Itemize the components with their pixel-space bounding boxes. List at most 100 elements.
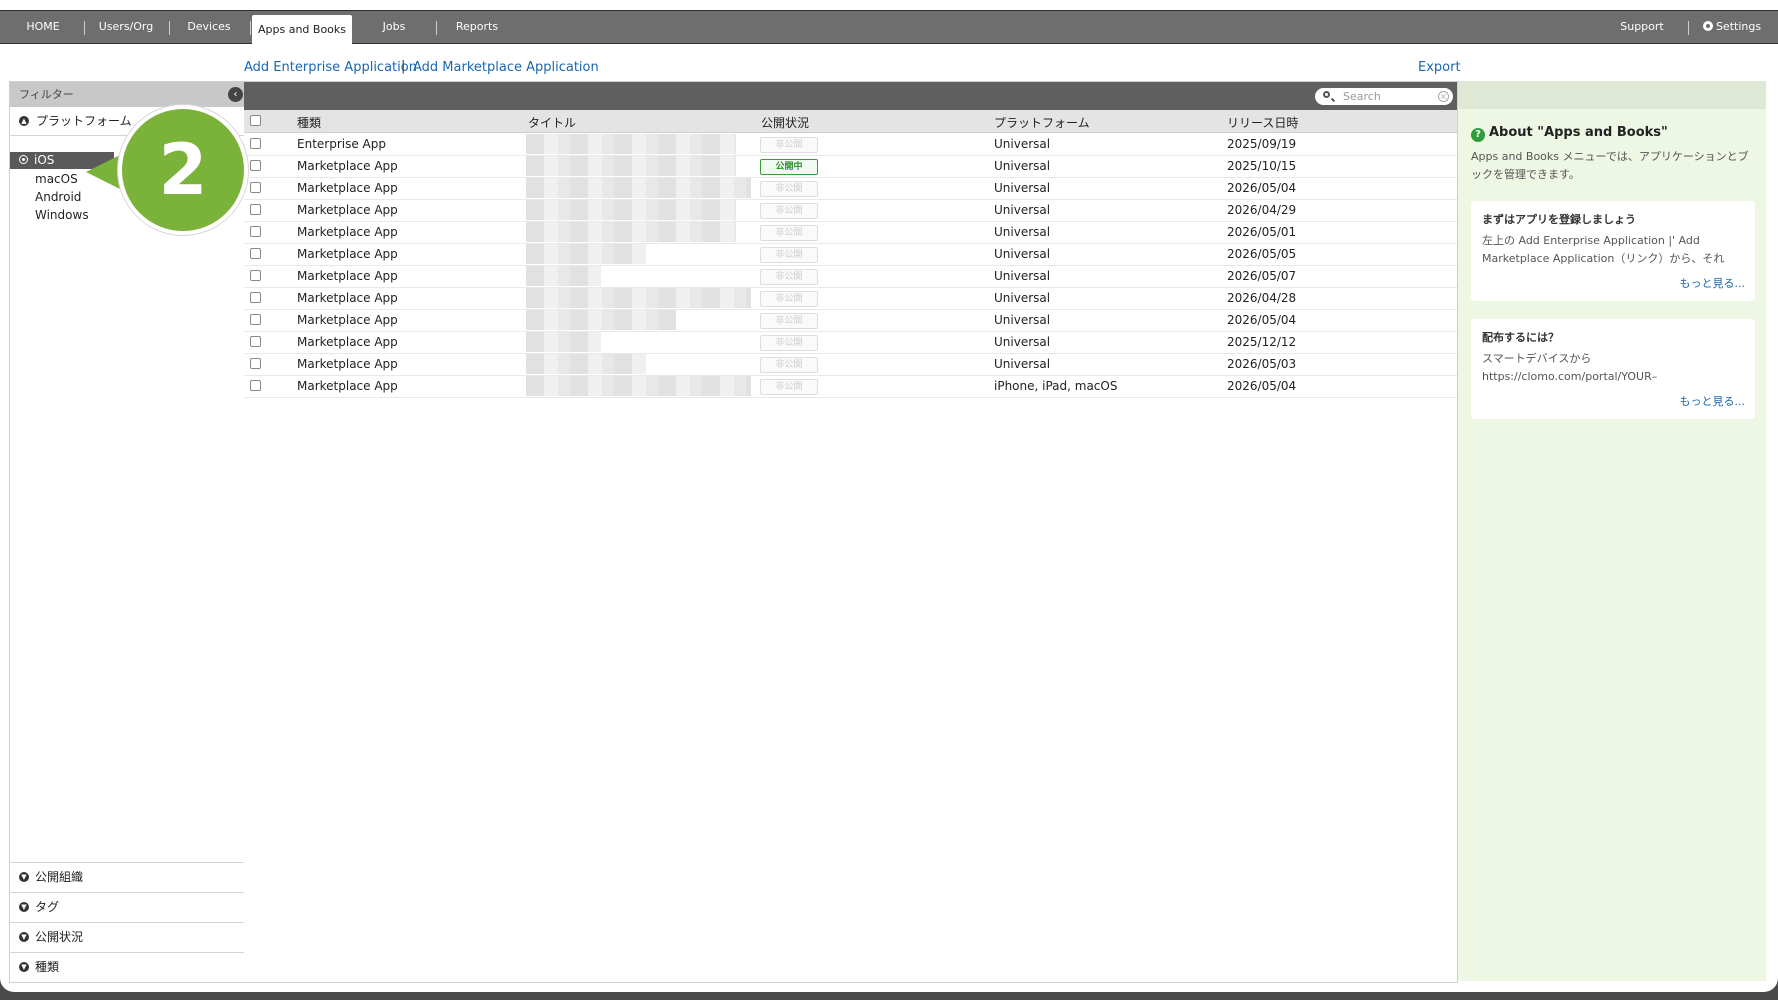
support-link[interactable]: Support (1612, 11, 1672, 43)
help-card-distribute: 配布するには？ スマートデバイスから https://clomo.com/por… (1471, 319, 1755, 419)
row-checkbox[interactable] (250, 160, 261, 171)
status-badge: 公開中 (760, 159, 818, 175)
status-badge: 非公開 (760, 313, 818, 329)
search-placeholder: Search (1343, 90, 1381, 103)
row-checkbox[interactable] (250, 138, 261, 149)
table-row[interactable]: Marketplace App 非公開 iPhone, iPad, macOS 202… (244, 375, 1457, 398)
redacted-title (526, 354, 646, 374)
col-header-status[interactable]: 公開状況 (761, 114, 809, 131)
row-checkbox[interactable] (250, 182, 261, 193)
section-tags[interactable]: ▼ タグ (10, 892, 245, 922)
cell-release-date: 2026/05/04 (1227, 379, 1297, 393)
table-header: 種類 タイトル 公開状況 プラットフォーム リリース日時 (244, 110, 1457, 133)
cell-type: Marketplace App (297, 335, 398, 349)
select-all-checkbox[interactable] (250, 115, 261, 126)
bottom-filter-sections: ▼ 公開組織 ▼ タグ ▼ 公開状況 ▼ 種類 (10, 862, 245, 982)
cell-type: Marketplace App (297, 379, 398, 393)
col-header-release-date[interactable]: リリース日時 (1227, 114, 1298, 131)
tab-devices[interactable]: Devices (177, 11, 241, 43)
platform-item-android[interactable]: Android (35, 190, 81, 204)
redacted-title (526, 310, 676, 330)
add-enterprise-link[interactable]: Add Enterprise Application (244, 60, 417, 75)
col-header-title[interactable]: タイトル (528, 114, 576, 131)
clear-search-icon[interactable]: × (1438, 91, 1449, 102)
tab-jobs[interactable]: Jobs (362, 11, 426, 43)
nav-separator (169, 21, 170, 35)
row-checkbox[interactable] (250, 248, 261, 259)
platform-item-windows[interactable]: Windows (35, 208, 89, 222)
cell-platform: Universal (994, 159, 1051, 173)
platform-section-label: プラットフォーム (36, 114, 132, 128)
export-link[interactable]: Export (1418, 60, 1461, 75)
cell-platform: Universal (994, 203, 1051, 217)
table-row[interactable]: Marketplace App 非公開 Universal 2026/05/05 (244, 243, 1457, 266)
row-checkbox[interactable] (250, 226, 261, 237)
chevron-down-icon: ▼ (19, 962, 29, 972)
step-callout: 2 (118, 105, 248, 235)
nav-separator (84, 21, 85, 35)
table-row[interactable]: Marketplace App 非公開 Universal 2026/05/01 (244, 221, 1457, 244)
chevron-down-icon: ▼ (19, 902, 29, 912)
row-checkbox[interactable] (250, 270, 261, 281)
status-badge: 非公開 (760, 137, 818, 153)
filter-header: フィルター ‹ (10, 82, 245, 107)
tab-home[interactable]: HOME (12, 11, 74, 43)
cell-type: Marketplace App (297, 181, 398, 195)
col-header-type[interactable]: 種類 (297, 114, 321, 131)
section-publish-status[interactable]: ▼ 公開状況 (10, 922, 245, 952)
table-row[interactable]: Marketplace App 非公開 Universal 2026/05/03 (244, 353, 1457, 376)
table-row[interactable]: Marketplace App 非公開 Universal 2025/12/12 (244, 331, 1457, 354)
cell-type: Marketplace App (297, 159, 398, 173)
tab-reports[interactable]: Reports (444, 11, 510, 43)
row-checkbox[interactable] (250, 292, 261, 303)
filter-title: フィルター (19, 88, 74, 101)
action-separator: | (401, 59, 406, 74)
cell-platform: iPhone, iPad, macOS (994, 379, 1118, 393)
cell-platform: Universal (994, 247, 1051, 261)
read-more-link[interactable]: もっと見る... (1680, 393, 1746, 409)
redacted-title (526, 266, 601, 286)
row-checkbox[interactable] (250, 358, 261, 369)
status-badge: 非公開 (760, 203, 818, 219)
help-intro: Apps and Books メニューでは、アプリケーションとブックを管理できま… (1471, 150, 1749, 181)
table-row[interactable]: Marketplace App 非公開 Universal 2026/04/29 (244, 199, 1457, 222)
table-row[interactable]: Enterprise App 非公開 Universal 2025/09/19 (244, 133, 1457, 156)
cell-release-date: 2025/09/19 (1227, 137, 1297, 151)
cell-release-date: 2026/05/01 (1227, 225, 1297, 239)
top-strip (0, 0, 1778, 10)
table-row[interactable]: Marketplace App 非公開 Universal 2026/04/28 (244, 287, 1457, 310)
search-input[interactable]: Search × (1315, 88, 1453, 105)
section-type[interactable]: ▼ 種類 (10, 952, 245, 982)
cell-release-date: 2026/04/29 (1227, 203, 1297, 217)
row-checkbox[interactable] (250, 314, 261, 325)
cell-type: Marketplace App (297, 203, 398, 217)
tab-users-org[interactable]: Users/Org (92, 11, 160, 43)
table-row[interactable]: Marketplace App 公開中 Universal 2025/10/15 (244, 155, 1457, 178)
row-checkbox[interactable] (250, 204, 261, 215)
row-checkbox[interactable] (250, 336, 261, 347)
platform-item-macos[interactable]: macOS (35, 172, 78, 186)
cell-type: Marketplace App (297, 357, 398, 371)
cell-platform: Universal (994, 357, 1051, 371)
chevron-down-icon: ▼ (19, 872, 29, 882)
cell-type: Marketplace App (297, 225, 398, 239)
redacted-title (526, 178, 751, 198)
search-icon (1323, 91, 1330, 98)
settings-link[interactable]: Settings (1696, 11, 1768, 43)
col-header-platform[interactable]: プラットフォーム (994, 114, 1090, 131)
table-row[interactable]: Marketplace App 非公開 Universal 2026/05/04 (244, 177, 1457, 200)
tab-apps-and-books[interactable]: Apps and Books (252, 15, 352, 44)
help-card-register: まずはアプリを登録しましょう 左上の Add Enterprise Applic… (1471, 201, 1755, 301)
table-row[interactable]: Marketplace App 非公開 Universal 2026/05/04 (244, 309, 1457, 332)
redacted-title (526, 244, 646, 264)
table-row[interactable]: Marketplace App 非公開 Universal 2026/05/07 (244, 265, 1457, 288)
cell-release-date: 2026/05/05 (1227, 247, 1297, 261)
read-more-link[interactable]: もっと見る... (1680, 275, 1746, 291)
add-marketplace-link[interactable]: Add Marketplace Application (413, 60, 599, 75)
cell-platform: Universal (994, 291, 1051, 305)
nav-separator (1688, 21, 1689, 35)
collapse-sidebar-icon[interactable]: ‹ (228, 87, 243, 102)
section-publish-org[interactable]: ▼ 公開組織 (10, 862, 245, 892)
row-checkbox[interactable] (250, 380, 261, 391)
gear-icon (1702, 21, 1713, 31)
